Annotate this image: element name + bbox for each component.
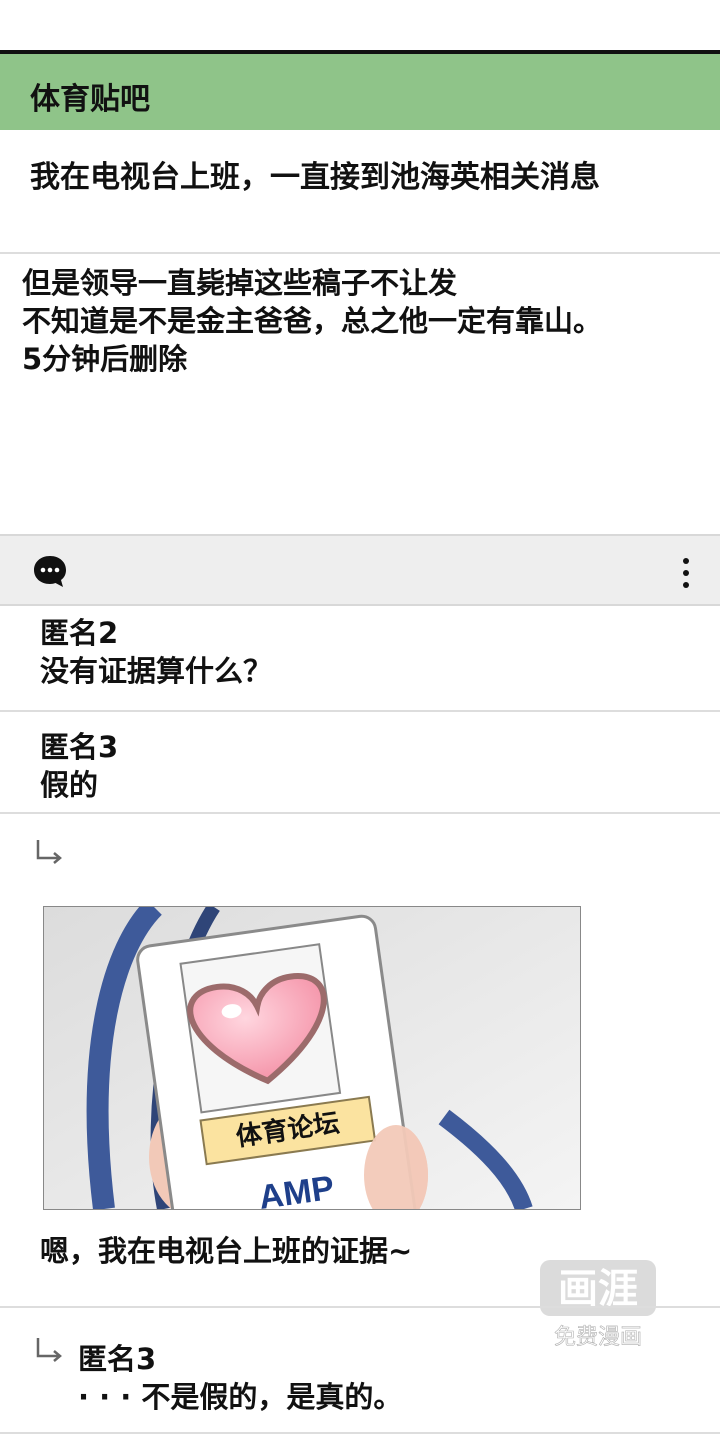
- post-title: 我在电视台上班，一直接到池海英相关消息: [30, 160, 600, 195]
- comment-item: 匿名3 假的: [40, 728, 118, 804]
- comment-text: · · · 不是假的，是真的。: [78, 1380, 403, 1414]
- divider: [0, 1432, 720, 1434]
- huaya-watermark: 画涯 免费漫画: [540, 1260, 656, 1350]
- post-body-line: 不知道是不是金主爸爸，总之他一定有靠山。: [22, 304, 603, 338]
- divider: [0, 1306, 720, 1308]
- watermark-subtitle: 免费漫画: [554, 1325, 642, 1350]
- forum-header: 体育贴吧: [0, 54, 720, 130]
- comment-text: 假的: [40, 768, 99, 802]
- divider: [0, 252, 720, 254]
- comment-author[interactable]: 匿名3: [78, 1340, 402, 1378]
- reply-arrow-icon: [36, 840, 62, 864]
- divider: [0, 812, 720, 814]
- forum-name[interactable]: 体育贴吧: [30, 74, 150, 118]
- badge-illustration: 体育论坛 AMP: [44, 907, 580, 1209]
- divider: [0, 710, 720, 712]
- comment-author[interactable]: 匿名3: [40, 728, 118, 766]
- comment-text: 没有证据算什么？: [40, 654, 273, 688]
- comment-item: 匿名2 没有证据算什么？: [40, 614, 272, 690]
- chat-bubble-icon[interactable]: [32, 554, 68, 590]
- comment-author[interactable]: 匿名2: [40, 614, 272, 652]
- more-vertical-icon[interactable]: [680, 556, 692, 590]
- reply-comment-item: 匿名3 · · · 不是假的，是真的。: [78, 1340, 402, 1416]
- post-toolbar: [0, 534, 720, 606]
- post-body-line: 5分钟后删除: [22, 342, 188, 376]
- post-body-line: 但是领导一直毙掉这些稿子不让发: [22, 266, 458, 300]
- post-body: 但是领导一直毙掉这些稿子不让发 不知道是不是金主爸爸，总之他一定有靠山。 5分钟…: [22, 264, 602, 378]
- reply-arrow-icon: [36, 1338, 62, 1362]
- comic-image[interactable]: 体育论坛 AMP: [43, 906, 581, 1210]
- reply-caption: 嗯，我在电视台上班的证据~: [40, 1234, 413, 1268]
